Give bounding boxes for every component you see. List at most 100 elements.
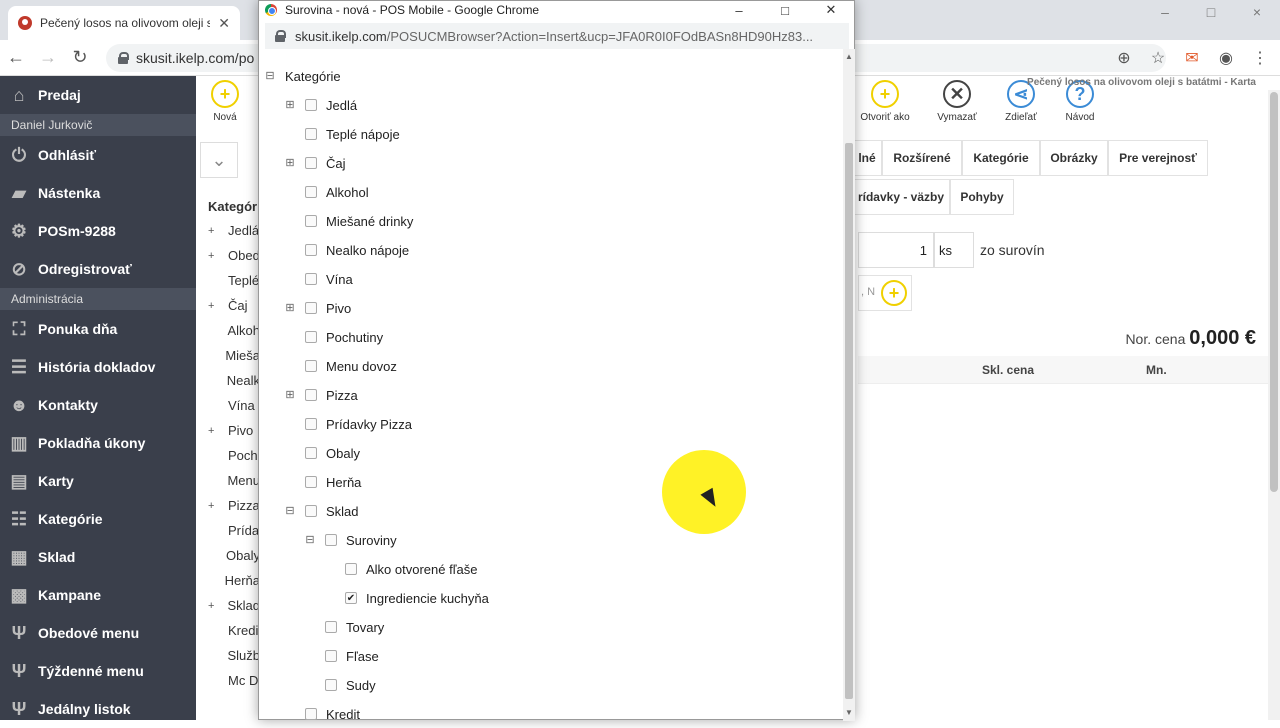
tab-categories[interactable]: Kategórie xyxy=(962,140,1040,176)
close-window-button[interactable]: × xyxy=(1234,0,1280,24)
list-item[interactable]: + Sklad xyxy=(200,593,260,618)
tree-checkbox[interactable] xyxy=(325,534,337,546)
tree-node[interactable]: ⊟ Sklad xyxy=(285,500,358,522)
unit-select[interactable]: ks xyxy=(934,232,974,268)
tree-checkbox[interactable] xyxy=(325,650,337,662)
tree-checkbox[interactable] xyxy=(305,505,317,517)
profile-avatar-icon[interactable]: ◉ xyxy=(1214,44,1238,72)
tab-additions[interactable]: rídavky - väzby xyxy=(852,179,950,215)
sidebar-item[interactable]: ⛶ Ponuka dňa xyxy=(0,310,196,348)
expand-icon[interactable]: + xyxy=(200,425,228,437)
tree-node[interactable]: ⊟ Suroviny xyxy=(305,529,396,551)
sidebar-item[interactable]: Ψ Jedálny listok xyxy=(0,690,196,728)
collapse-minus-icon[interactable]: ⊟ xyxy=(265,71,275,82)
tree-node[interactable]: Miešané drinky xyxy=(285,210,413,232)
delete-button[interactable]: ✕ Vymazať xyxy=(928,80,986,123)
list-item[interactable]: Herňa xyxy=(200,568,260,593)
tree-node[interactable]: Prídavky Pizza xyxy=(285,413,412,435)
list-item[interactable]: Služb xyxy=(200,643,260,668)
expand-icon[interactable]: + xyxy=(200,500,228,512)
popup-maximize-button[interactable]: □ xyxy=(762,1,808,19)
tree-checkbox[interactable] xyxy=(305,273,317,285)
expand-icon[interactable]: + xyxy=(200,250,228,262)
tree-node[interactable]: Sudy xyxy=(305,674,376,696)
reload-icon[interactable]: ↻ xyxy=(64,42,96,74)
expand-plus-icon[interactable]: ⊞ xyxy=(285,158,295,169)
expand-icon[interactable]: + xyxy=(200,600,227,612)
list-item[interactable]: Menu xyxy=(200,468,260,493)
tree-root[interactable]: ⊟ Kategórie xyxy=(265,65,340,87)
tree-checkbox[interactable] xyxy=(305,360,317,372)
tree-checkbox[interactable] xyxy=(345,563,357,575)
sidebar-item[interactable]: Ψ Týždenné menu xyxy=(0,652,196,690)
list-item[interactable]: Alkoh xyxy=(200,318,260,343)
tree-node[interactable]: Alkohol xyxy=(285,181,369,203)
minimize-button[interactable]: – xyxy=(1142,0,1188,24)
tab-general[interactable]: lné xyxy=(852,140,882,176)
tree-node[interactable]: Herňa xyxy=(285,471,361,493)
expand-icon[interactable]: + xyxy=(200,300,228,312)
tab-extended[interactable]: Rozšírené xyxy=(882,140,962,176)
sidebar-item[interactable]: ⊘ Odregistrovať xyxy=(0,250,196,288)
popup-minimize-button[interactable]: – xyxy=(716,1,762,19)
sidebar-item[interactable]: ☰ História dokladov xyxy=(0,348,196,386)
tree-checkbox[interactable] xyxy=(325,621,337,633)
collapse-button[interactable]: ⌄ xyxy=(200,142,238,178)
list-item[interactable]: Kredi xyxy=(200,618,260,643)
tree-node[interactable]: ⊞ Jedlá xyxy=(285,94,357,116)
sidebar-item[interactable]: ☻ Kontakty xyxy=(0,386,196,424)
tree-node[interactable]: Obaly xyxy=(285,442,360,464)
list-item[interactable]: Mieša xyxy=(200,343,260,368)
tab-public[interactable]: Pre verejnosť xyxy=(1108,140,1208,176)
tree-node[interactable]: ⊞ Čaj xyxy=(285,152,345,174)
tree-checkbox[interactable] xyxy=(305,99,317,111)
add-icon[interactable]: ⊕ xyxy=(1112,44,1136,72)
list-item[interactable]: Prída xyxy=(200,518,260,543)
collapse-minus-icon[interactable]: ⊟ xyxy=(305,535,315,546)
tree-checkbox[interactable] xyxy=(305,244,317,256)
new-button[interactable]: + Nová xyxy=(196,80,254,123)
star-icon[interactable]: ☆ xyxy=(1146,44,1170,72)
tree-node[interactable]: ✔ Ingrediencie kuchyňa xyxy=(325,587,489,609)
tree-node[interactable]: Nealko nápoje xyxy=(285,239,409,261)
tree-node[interactable]: Alko otvorené fľaše xyxy=(325,558,477,580)
collapse-minus-icon[interactable]: ⊟ xyxy=(285,506,295,517)
quantity-input[interactable]: 1 xyxy=(858,232,934,268)
tree-checkbox[interactable] xyxy=(305,476,317,488)
tree-checkbox[interactable] xyxy=(305,128,317,140)
expand-plus-icon[interactable]: ⊞ xyxy=(285,100,295,111)
tree-node[interactable]: Pochutiny xyxy=(285,326,383,348)
back-arrow-icon[interactable]: ← xyxy=(0,42,32,74)
list-item[interactable]: Poch xyxy=(200,443,260,468)
browser-tab[interactable]: Pečený losos na olivovom oleji s b ✕ xyxy=(8,6,240,40)
tree-checkbox[interactable]: ✔ xyxy=(345,592,357,604)
popup-scrollbar-thumb[interactable] xyxy=(845,143,853,699)
tree-checkbox[interactable] xyxy=(305,418,317,430)
list-item[interactable]: Vína xyxy=(200,393,260,418)
expand-icon[interactable]: + xyxy=(200,225,228,237)
tree-node[interactable]: Vína xyxy=(285,268,353,290)
menu-dots-icon[interactable]: ⋮ xyxy=(1248,44,1272,72)
sidebar-item[interactable]: ▩ Kampane xyxy=(0,576,196,614)
list-item[interactable]: + Čaj xyxy=(200,293,260,318)
tree-node[interactable]: ⊞ Pizza xyxy=(285,384,357,406)
tree-node[interactable]: Kredit xyxy=(285,703,360,721)
scroll-up-icon[interactable]: ▲ xyxy=(843,51,855,63)
sidebar-item[interactable]: ⚙ POSm-9288 xyxy=(0,212,196,250)
tree-node[interactable]: Teplé nápoje xyxy=(285,123,400,145)
list-item[interactable]: Obaly xyxy=(200,543,260,568)
sidebar-item[interactable]: ▰ Nástenka xyxy=(0,174,196,212)
page-scrollbar[interactable] xyxy=(1268,90,1280,720)
tree-checkbox[interactable] xyxy=(305,331,317,343)
plus-icon[interactable]: + xyxy=(881,280,907,306)
tree-checkbox[interactable] xyxy=(305,302,317,314)
tree-checkbox[interactable] xyxy=(325,679,337,691)
sidebar-item[interactable]: ⏻ Odhlásiť xyxy=(0,136,196,174)
tree-checkbox[interactable] xyxy=(305,708,317,720)
expand-plus-icon[interactable]: ⊞ xyxy=(285,303,295,314)
tab-images[interactable]: Obrázky xyxy=(1040,140,1108,176)
sidebar-item[interactable]: ▤ Karty xyxy=(0,462,196,500)
sidebar-item[interactable]: ☷ Kategórie xyxy=(0,500,196,538)
list-item[interactable]: Mc D xyxy=(200,668,260,693)
tab-movements[interactable]: Pohyby xyxy=(950,179,1014,215)
